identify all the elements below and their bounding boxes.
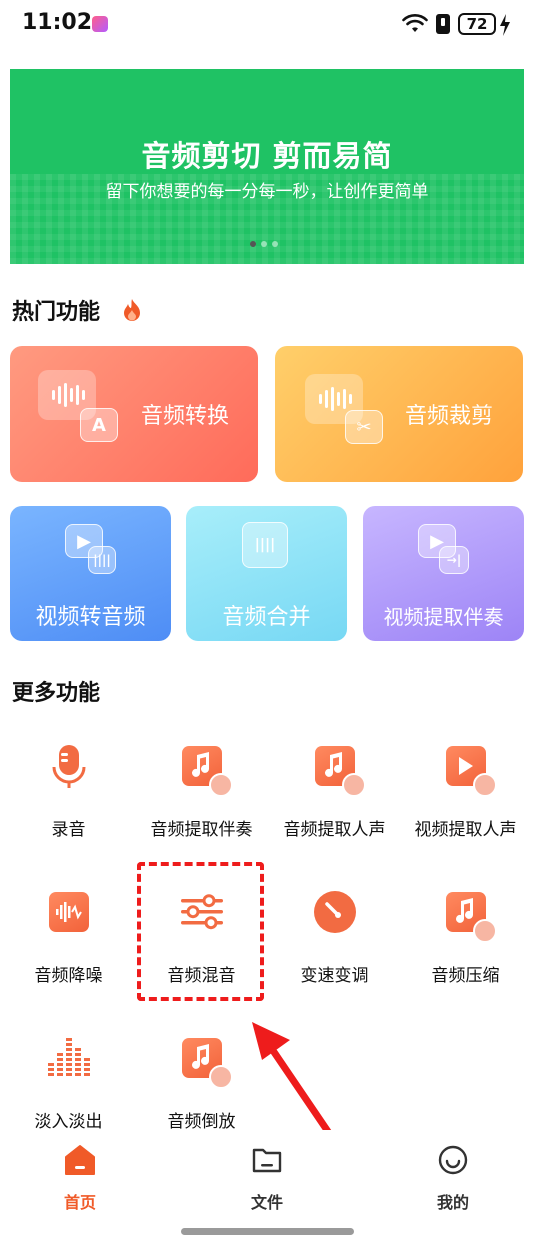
noise-reduction-icon <box>46 889 92 935</box>
item-label: 音频提取伴奏 <box>150 820 253 840</box>
speed-pitch-icon <box>312 889 358 935</box>
hot-section-title: 热门功能 <box>12 300 101 325</box>
status-bar: 11:02 72 <box>0 0 535 52</box>
battery-indicator: 72 <box>458 13 496 35</box>
fade-item[interactable]: 淡入淡出 <box>2 1035 135 1132</box>
annotation-dashed-box <box>137 862 264 1001</box>
nav-label: 文件 <box>250 1193 283 1212</box>
page-dot <box>261 241 267 247</box>
card-label: 音频合并 <box>222 605 311 630</box>
audio-merge-card[interactable]: |||| 音频合并 <box>186 506 347 641</box>
card-label: 音频转换 <box>141 404 230 429</box>
nav-label: 我的 <box>436 1193 469 1212</box>
profile-smile-icon <box>438 1145 468 1175</box>
audio-wave-badge-icon: |||| <box>88 546 116 574</box>
audio-extract-accompaniment-item[interactable]: 音频提取伴奏 <box>135 743 268 840</box>
fire-icon <box>124 299 140 321</box>
speed-pitch-item[interactable]: 变速变调 <box>268 889 401 986</box>
audio-extract-accompaniment-icon <box>179 743 233 797</box>
item-label: 音频降噪 <box>34 966 103 986</box>
audio-compress-item[interactable]: 音频压缩 <box>399 889 532 986</box>
item-label: 视频提取人声 <box>414 820 517 840</box>
scissors-icon: ✂ <box>345 410 383 444</box>
audio-reverse-icon <box>179 1035 233 1089</box>
audio-wave-badge-icon: →| <box>439 546 469 574</box>
video-extract-vocal-item[interactable]: 视频提取人声 <box>399 743 532 840</box>
audio-merge-icon: |||| <box>242 522 288 568</box>
video-extract-vocal-icon <box>443 743 497 797</box>
fade-bars-icon <box>46 1035 92 1081</box>
app-notification-icon <box>92 16 108 32</box>
page-dot <box>250 241 256 247</box>
card-label: 音频裁剪 <box>405 404 494 429</box>
banner-page-indicator <box>250 241 278 247</box>
audio-convert-card[interactable]: A 音频转换 <box>10 346 258 482</box>
bottom-navigation: 首页 文件 我的 <box>0 1130 535 1225</box>
audio-compress-icon <box>443 889 497 943</box>
text-a-icon: A <box>80 408 118 442</box>
microphone-icon <box>46 743 92 789</box>
card-label: 视频提取伴奏 <box>383 605 504 629</box>
alert-icon <box>436 14 450 34</box>
audio-extract-vocal-icon <box>312 743 366 797</box>
banner-subtitle: 留下你想要的每一分每一秒，让创作更简单 <box>105 182 429 202</box>
card-label: 视频转音频 <box>35 605 146 630</box>
item-label: 音频提取人声 <box>283 820 386 840</box>
video-to-audio-card[interactable]: ▶ |||| 视频转音频 <box>10 506 171 641</box>
more-section-title: 更多功能 <box>12 681 101 706</box>
record-item[interactable]: 录音 <box>2 743 135 840</box>
audio-crop-card[interactable]: ✂ 音频裁剪 <box>275 346 523 482</box>
banner-title: 音频剪切 剪而易简 <box>141 139 393 173</box>
page-dot <box>272 241 278 247</box>
noise-reduction-item[interactable]: 音频降噪 <box>2 889 135 986</box>
nav-label: 首页 <box>63 1193 96 1212</box>
promo-banner[interactable]: 音频剪切 剪而易简 留下你想要的每一分每一秒，让创作更简单 <box>10 69 524 264</box>
audio-extract-vocal-item[interactable]: 音频提取人声 <box>268 743 401 840</box>
item-label: 录音 <box>51 820 86 840</box>
video-accompaniment-card[interactable]: ▶ →| 视频提取伴奏 <box>363 506 524 641</box>
home-icon <box>65 1145 95 1175</box>
wifi-icon <box>402 14 428 32</box>
status-time: 11:02 <box>22 10 93 35</box>
item-label: 音频压缩 <box>431 966 500 986</box>
item-label: 变速变调 <box>300 966 369 986</box>
charging-icon <box>500 14 510 36</box>
item-label: 淡入淡出 <box>34 1112 103 1132</box>
system-home-indicator[interactable] <box>181 1228 354 1235</box>
folder-icon <box>252 1148 282 1173</box>
